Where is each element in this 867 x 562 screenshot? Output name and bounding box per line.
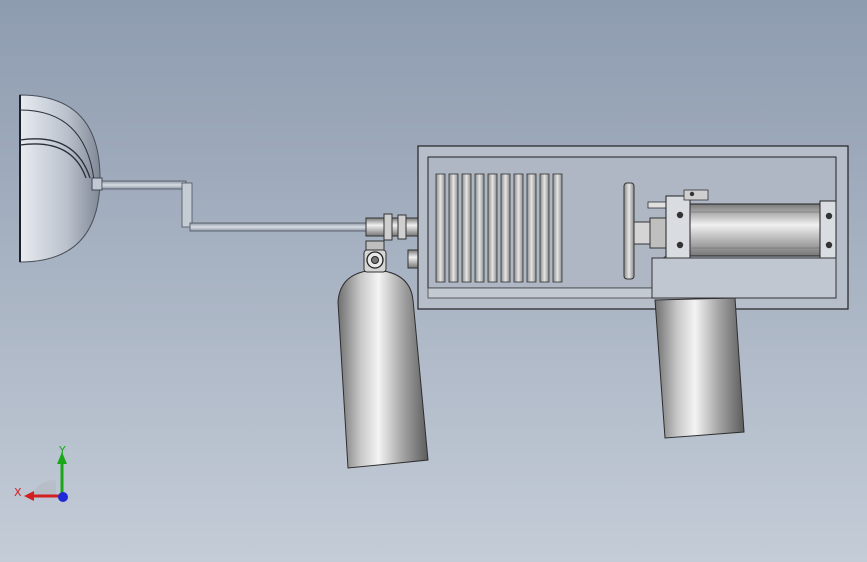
cad-viewport[interactable]: Y X: [0, 0, 867, 562]
dome-part[interactable]: [19, 94, 103, 263]
x-axis-head-icon: [24, 491, 34, 501]
x-axis-label: X: [14, 486, 22, 499]
assembly-scene: [19, 94, 849, 469]
z-axis-dot-icon: [58, 492, 68, 502]
gas-cylinder-left[interactable]: [337, 240, 429, 469]
triad-plane-icon: [32, 480, 56, 496]
y-axis-label: Y: [58, 444, 66, 457]
base-plate: [651, 257, 837, 299]
connecting-pipe[interactable]: [101, 180, 371, 232]
coordinate-triad: Y X: [14, 444, 68, 502]
